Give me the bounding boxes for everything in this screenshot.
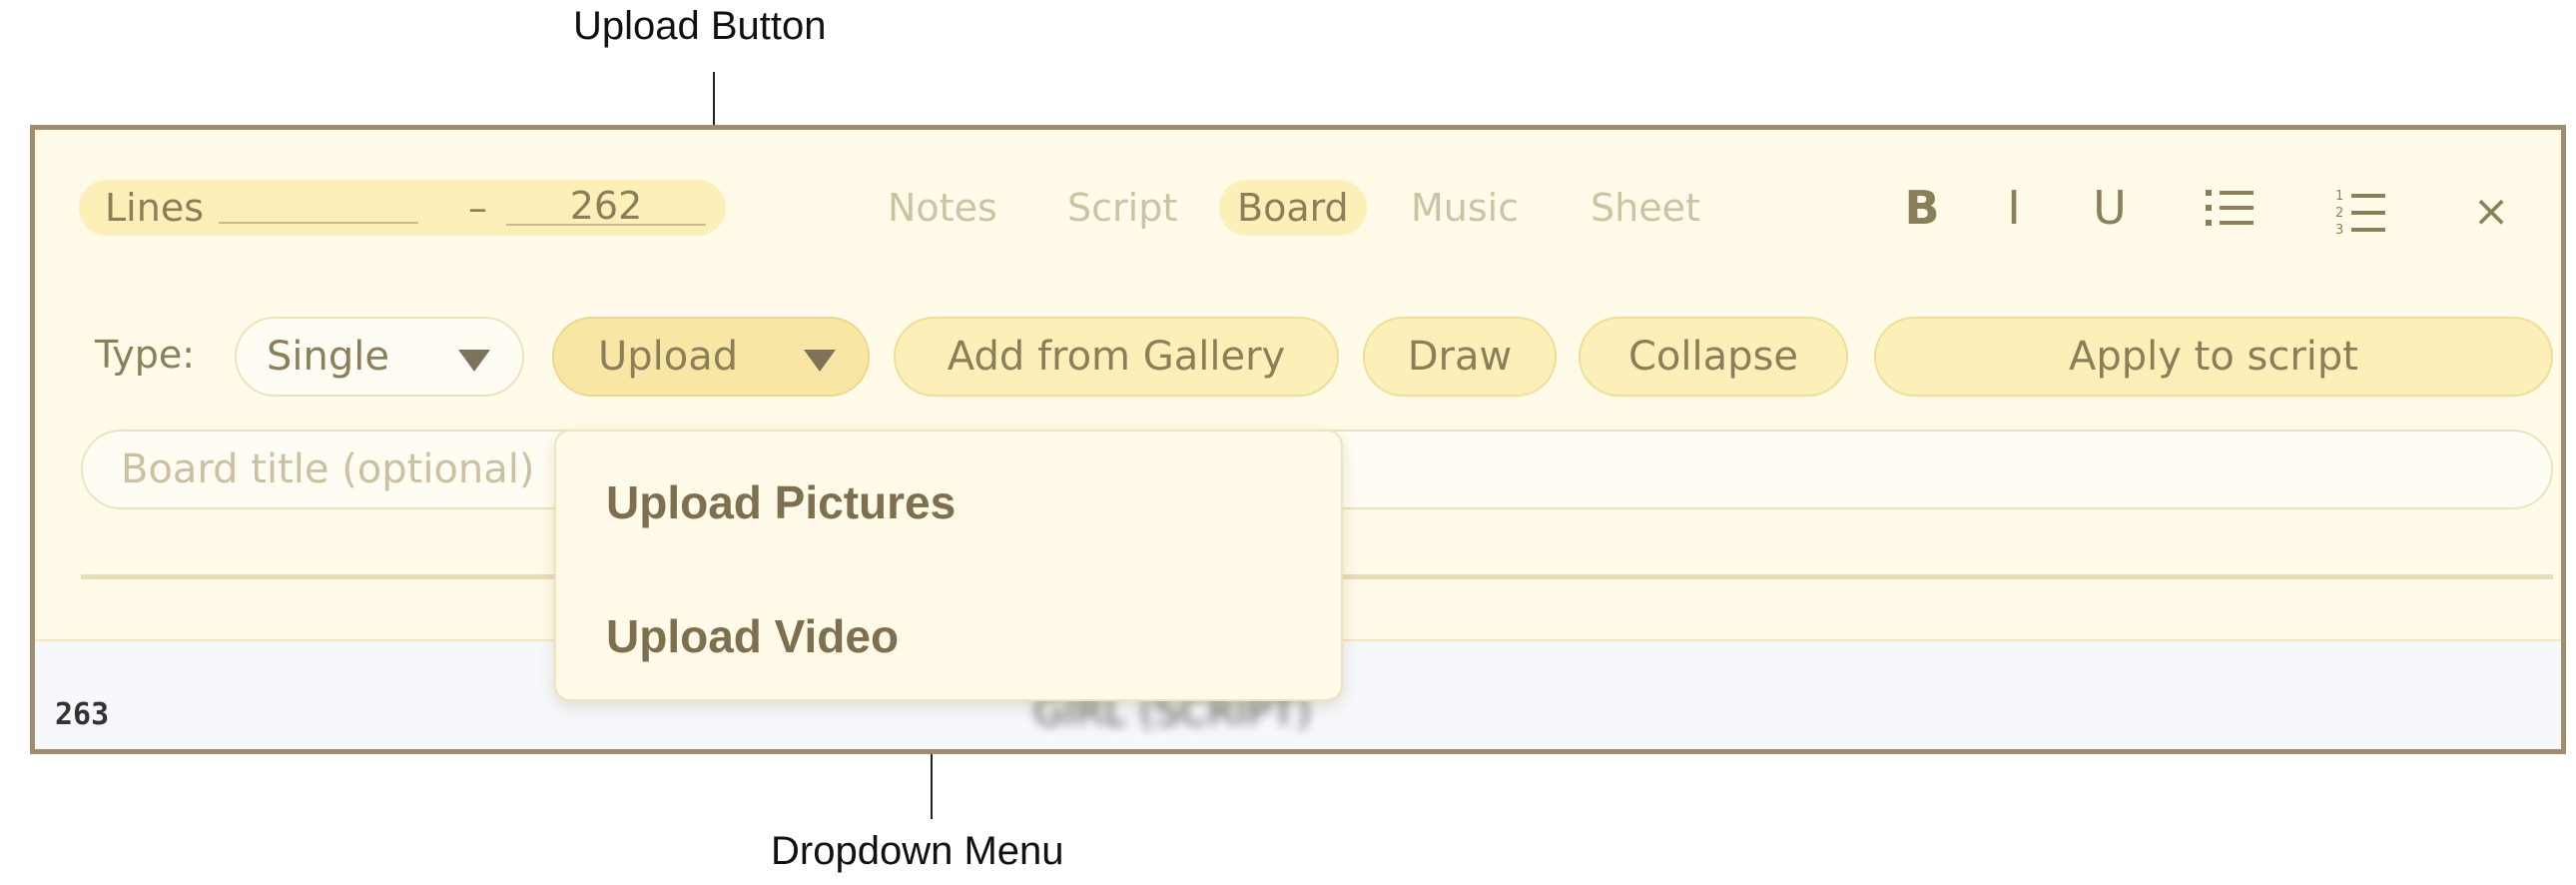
chevron-down-icon — [804, 350, 836, 372]
script-line-number: 263 — [55, 697, 110, 732]
board-title-placeholder: Board title (optional) — [121, 446, 535, 492]
bold-button[interactable]: B — [1892, 178, 1952, 238]
upload-dropdown-menu: Upload Pictures Upload Video — [554, 430, 1343, 701]
lines-separator: – — [468, 186, 487, 230]
type-select[interactable]: Single — [235, 317, 524, 397]
type-label: Type: — [95, 333, 196, 377]
draw-button[interactable]: Draw — [1363, 317, 1557, 397]
svg-text:1: 1 — [2335, 189, 2343, 204]
lines-label: Lines — [105, 186, 204, 230]
line-range: Lines – 262 — [79, 180, 726, 236]
svg-text:3: 3 — [2335, 223, 2343, 238]
collapse-button[interactable]: Collapse — [1579, 317, 1848, 397]
svg-text:2: 2 — [2335, 206, 2343, 221]
tab-board[interactable]: Board — [1219, 180, 1367, 236]
upload-button-callout: Upload Button — [573, 4, 827, 48]
tab-music[interactable]: Music — [1393, 180, 1537, 236]
tab-sheet[interactable]: Sheet — [1573, 180, 1718, 236]
dropdown-menu-callout: Dropdown Menu — [771, 829, 1064, 873]
app-window: Lines – 262 Notes Script Board Music She… — [30, 125, 2566, 754]
bullet-list-icon[interactable] — [2200, 178, 2259, 238]
upload-button-label: Upload — [598, 334, 739, 380]
chevron-down-icon — [458, 350, 490, 372]
upload-pictures-item[interactable]: Upload Pictures — [606, 475, 956, 529]
add-from-gallery-button[interactable]: Add from Gallery — [894, 317, 1339, 397]
apply-to-script-button[interactable]: Apply to script — [1874, 317, 2553, 397]
upload-button[interactable]: Upload — [552, 317, 870, 397]
numbered-list-icon[interactable]: 1 2 3 — [2331, 178, 2391, 238]
italic-button[interactable]: I — [1984, 178, 2044, 238]
type-select-value: Single — [267, 334, 389, 380]
tab-notes[interactable]: Notes — [870, 180, 1015, 236]
close-icon[interactable]: × — [2461, 182, 2521, 242]
underline-button[interactable]: U — [2080, 178, 2140, 238]
lines-start-input[interactable] — [219, 222, 418, 224]
lines-end-input[interactable]: 262 — [506, 184, 706, 228]
upload-video-item[interactable]: Upload Video — [606, 609, 899, 663]
tab-script[interactable]: Script — [1049, 180, 1195, 236]
